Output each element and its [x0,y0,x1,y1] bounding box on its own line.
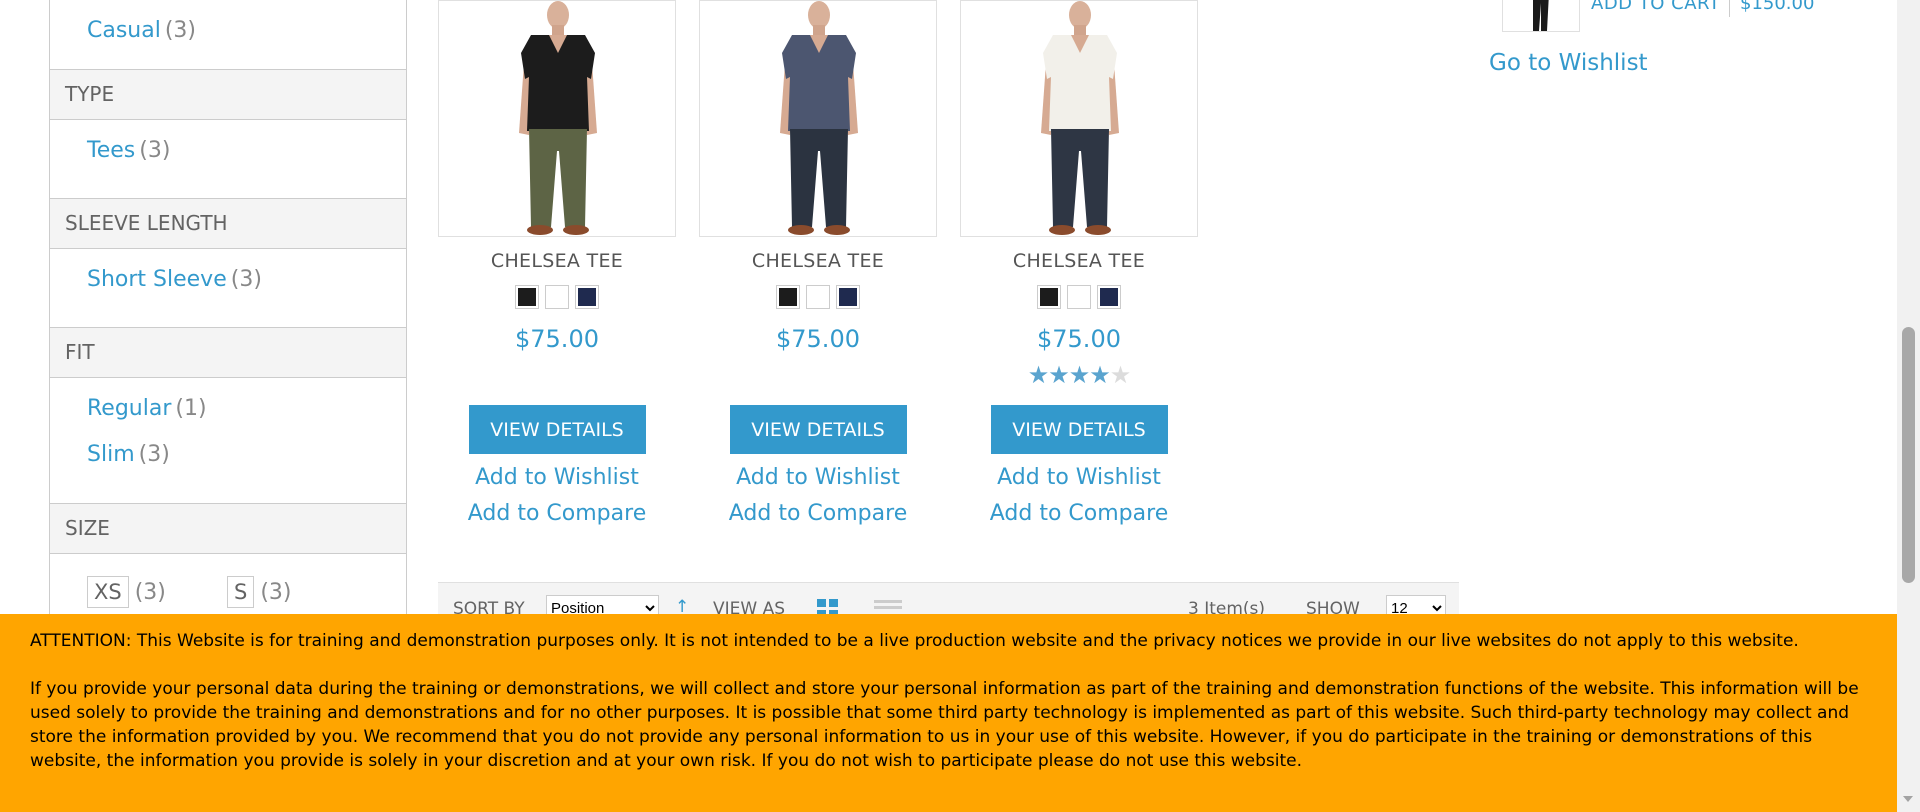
filter-option-label[interactable]: Tees [87,138,135,163]
wishlist-item-photo [1533,0,1549,31]
size-chip[interactable]: XS [87,576,129,608]
product-item: CHELSEA TEE $75.00 VIEW DETAILS Add to W… [438,0,676,532]
color-swatch-fill [548,288,566,306]
view-details-button[interactable]: VIEW DETAILS [729,405,907,454]
layered-navigation: Casual (3) TYPE Tees (3) SLEEVE LENGTH Sho… [49,0,407,624]
filter-option-count: (3) [260,579,292,605]
product-image[interactable] [699,0,937,237]
product-price: $75.00 [1037,325,1121,353]
product-photo [740,1,900,236]
product-item: CHELSEA TEE $75.00 ★★★★★ VIEW DETAILS Ad… [960,0,1198,532]
filter-title-sleeve-length: SLEEVE LENGTH [49,198,407,249]
filter-option-slim[interactable]: Slim (3) [87,432,406,478]
wishlist-add-to-cart-link[interactable]: ADD TO CART [1591,0,1720,14]
add-to-compare-link[interactable]: Add to Compare [438,496,676,532]
color-swatch[interactable] [836,285,860,309]
product-item: CHELSEA TEE $75.00 VIEW DETAILS Add to W… [699,0,937,532]
go-to-wishlist-link[interactable]: Go to Wishlist [1489,50,1648,76]
filter-option-count: (3) [134,579,166,605]
color-swatch[interactable] [575,285,599,309]
color-swatch[interactable] [1097,285,1121,309]
view-details-button[interactable]: VIEW DETAILS [468,405,646,454]
color-swatches [438,285,676,313]
color-swatch[interactable] [1067,285,1091,309]
view-details-button[interactable]: VIEW DETAILS [990,405,1168,454]
color-swatch-fill [518,288,536,306]
rating-stars [699,361,937,385]
rating-stars: ★★★★★ [960,361,1198,389]
filter-option-count: (3) [230,267,262,292]
star-icon: ★ [1027,361,1049,389]
color-swatches [960,285,1198,313]
filter-group-fit: Regular (1) Slim (3) [49,378,407,503]
notice-paragraph-attention: ATTENTION: This Website is for training … [30,631,1799,651]
star-icon: ★ [1048,361,1069,389]
color-swatches [699,285,937,313]
rating-stars [438,361,676,385]
product-photo [479,1,639,236]
product-name[interactable]: CHELSEA TEE [960,250,1198,272]
filter-title-type: TYPE [49,69,407,120]
filter-title-size: SIZE [49,503,407,554]
size-chip[interactable]: S [226,576,255,608]
color-swatch[interactable] [776,285,800,309]
scrollbar-thumb[interactable] [1902,327,1915,583]
filter-option-casual[interactable]: Casual (3) [87,0,406,62]
filter-option-count: (3) [138,442,170,467]
filter-option-label[interactable]: Regular [87,396,171,421]
filter-option-label[interactable]: Short Sleeve [87,267,227,292]
filter-option-count: (3) [164,18,197,43]
add-to-compare-link[interactable]: Add to Compare [960,496,1198,532]
color-swatch-fill [839,288,857,306]
filter-group-type: Tees (3) [49,120,407,198]
notice-paragraph-data: If you provide your personal data during… [30,679,1859,771]
filter-option-short-sleeve[interactable]: Short Sleeve (3) [87,257,406,303]
product-name[interactable]: CHELSEA TEE [699,250,937,272]
wishlist-item-thumbnail[interactable] [1502,0,1580,32]
product-name[interactable]: CHELSEA TEE [438,250,676,272]
color-swatch[interactable] [545,285,569,309]
star-icon: ★ [1089,361,1110,389]
filter-option-count: (1) [175,396,207,421]
add-to-wishlist-link[interactable]: Add to Wishlist [960,460,1198,496]
color-swatch[interactable] [1037,285,1061,309]
filter-option-tees[interactable]: Tees (3) [87,128,406,174]
add-to-compare-link[interactable]: Add to Compare [699,496,937,532]
add-to-wishlist-link[interactable]: Add to Wishlist [699,460,937,496]
filter-title-fit: FIT [49,327,407,378]
color-swatch-fill [1040,288,1058,306]
filter-option-size-s[interactable]: S (3) [226,576,292,608]
wishlist-item-price: $150.00 [1740,0,1815,14]
scroll-down-arrow-icon[interactable] [1903,796,1913,802]
filter-option-size-xs[interactable]: XS (3) [87,576,166,608]
color-swatch-fill [779,288,797,306]
color-swatch-fill [809,288,827,306]
list-view-icon[interactable] [874,600,902,614]
demo-notice-banner: ATTENTION: This Website is for training … [0,614,1897,812]
product-image[interactable] [960,0,1198,237]
star-icon: ★ [1068,361,1090,389]
wishlist-separator [1729,0,1730,17]
page-scrollbar[interactable] [1897,0,1920,812]
product-price: $75.00 [776,325,860,353]
filter-option-label[interactable]: Slim [87,442,135,467]
star-icon: ★ [1109,361,1131,389]
color-swatch-fill [578,288,596,306]
product-photo [1001,1,1161,236]
filter-group-sleeve-length: Short Sleeve (3) [49,249,407,327]
color-swatch-fill [1070,288,1088,306]
filter-option-regular[interactable]: Regular (1) [87,386,406,432]
product-price: $75.00 [515,325,599,353]
color-swatch-fill [1100,288,1118,306]
add-to-wishlist-link[interactable]: Add to Wishlist [438,460,676,496]
product-image[interactable] [438,0,676,237]
color-swatch[interactable] [806,285,830,309]
filter-option-label[interactable]: Casual [87,18,161,43]
filter-option-count: (3) [139,138,171,163]
color-swatch[interactable] [515,285,539,309]
filter-group-style: Casual (3) [49,0,407,69]
